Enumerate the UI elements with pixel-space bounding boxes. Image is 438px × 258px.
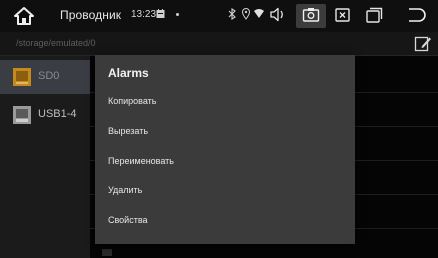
context-menu: Alarms Копировать Вырезать Переименовать… (95, 55, 355, 244)
home-icon[interactable] (13, 6, 35, 26)
menu-title: Alarms (108, 66, 149, 80)
storage-sidebar: SD0 USB1-4 (0, 56, 90, 258)
clock: 13:23 (131, 9, 157, 20)
screenshot-icon[interactable] (302, 7, 320, 23)
windows-icon[interactable] (366, 7, 383, 23)
bluetooth-icon (228, 8, 236, 20)
menu-item-label: Переименовать (108, 156, 174, 166)
menu-item-label: Свойства (108, 215, 148, 225)
close-box-icon[interactable] (335, 8, 350, 22)
app-title: Проводник (60, 8, 122, 22)
menu-item-label: Вырезать (108, 126, 149, 136)
menu-item-label: Удалить (108, 185, 143, 195)
menu-item-rename[interactable]: Переименовать (95, 148, 355, 176)
file-icon (102, 249, 112, 256)
path-bar: /storage/emulated/0 (0, 32, 438, 56)
status-bar: Проводник 13:23 (0, 0, 438, 32)
sidebar-item-sd0[interactable]: SD0 (0, 60, 90, 94)
notification-dot (176, 13, 179, 16)
sd-card-icon (13, 68, 31, 86)
menu-item-label: Копировать (108, 96, 157, 106)
menu-item-delete[interactable]: Удалить (95, 177, 355, 205)
sidebar-item-label: SD0 (38, 70, 60, 82)
wifi-icon (254, 9, 264, 18)
edit-icon[interactable] (414, 35, 432, 53)
sidebar-item-label: USB1-4 (38, 108, 77, 120)
current-path: /storage/emulated/0 (16, 38, 96, 48)
volume-icon[interactable] (270, 7, 286, 22)
back-icon[interactable] (406, 7, 426, 23)
menu-item-properties[interactable]: Свойства (95, 207, 355, 235)
usb-drive-icon (13, 106, 31, 124)
sidebar-item-usb1-4[interactable]: USB1-4 (0, 98, 90, 132)
menu-item-copy[interactable]: Копировать (95, 88, 355, 116)
location-icon (242, 8, 250, 20)
menu-item-cut[interactable]: Вырезать (95, 118, 355, 146)
notification-icon (156, 9, 165, 18)
